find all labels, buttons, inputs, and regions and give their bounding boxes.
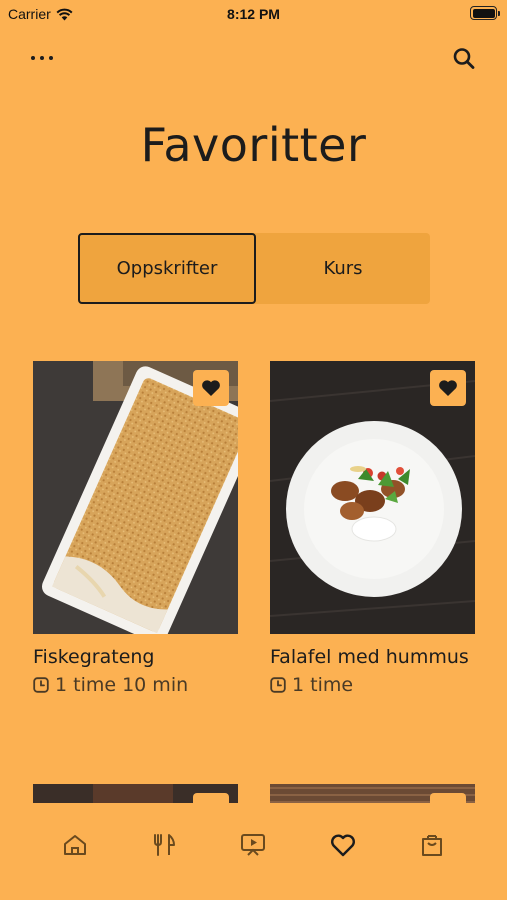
recipe-card[interactable]: Falafel med hummus 1 time [270,361,475,696]
tab-videos[interactable] [237,829,269,861]
heart-filled-icon [202,380,220,396]
home-icon [63,835,86,855]
tab-shopping[interactable] [416,829,448,861]
search-icon [453,48,475,69]
clock-icon [270,677,286,693]
top-bar [0,40,507,80]
favorite-button[interactable] [193,370,229,406]
heart-icon [330,834,355,857]
recipe-duration: 1 time [270,674,475,696]
recipe-image[interactable] [33,361,238,634]
more-dot [31,56,35,60]
recipe-title: Falafel med hummus [270,646,469,668]
cutlery-icon [154,834,176,856]
status-bar: Carrier 8:12 PM [0,0,507,28]
recipe-card[interactable]: Fiskegrateng 1 time 10 min [33,361,238,696]
video-icon [241,834,266,856]
tab-favorites[interactable] [327,829,359,861]
search-button[interactable] [449,44,479,74]
page-title: Favoritter [140,118,367,172]
bag-icon [422,835,443,856]
heart-filled-icon [439,380,457,396]
tab-courses[interactable]: Kurs [256,233,430,304]
duration-text: 1 time [292,674,354,696]
tab-home[interactable] [59,829,91,861]
clock-icon [33,677,49,693]
recipe-title: Fiskegrateng [33,646,155,668]
duration-text: 1 time 10 min [55,674,189,696]
more-options-button[interactable] [26,46,62,70]
recipe-image[interactable] [270,361,475,634]
status-time: 8:12 PM [227,6,280,22]
tab-recipes-nav[interactable] [148,829,180,861]
tab-recipes[interactable]: Oppskrifter [78,233,256,304]
more-dot [40,56,44,60]
segmented-control: Oppskrifter Kurs [78,233,430,304]
more-dot [49,56,53,60]
favorite-button[interactable] [430,370,466,406]
recipe-duration: 1 time 10 min [33,674,238,696]
tab-bar [0,803,507,900]
battery-icon [470,6,500,20]
